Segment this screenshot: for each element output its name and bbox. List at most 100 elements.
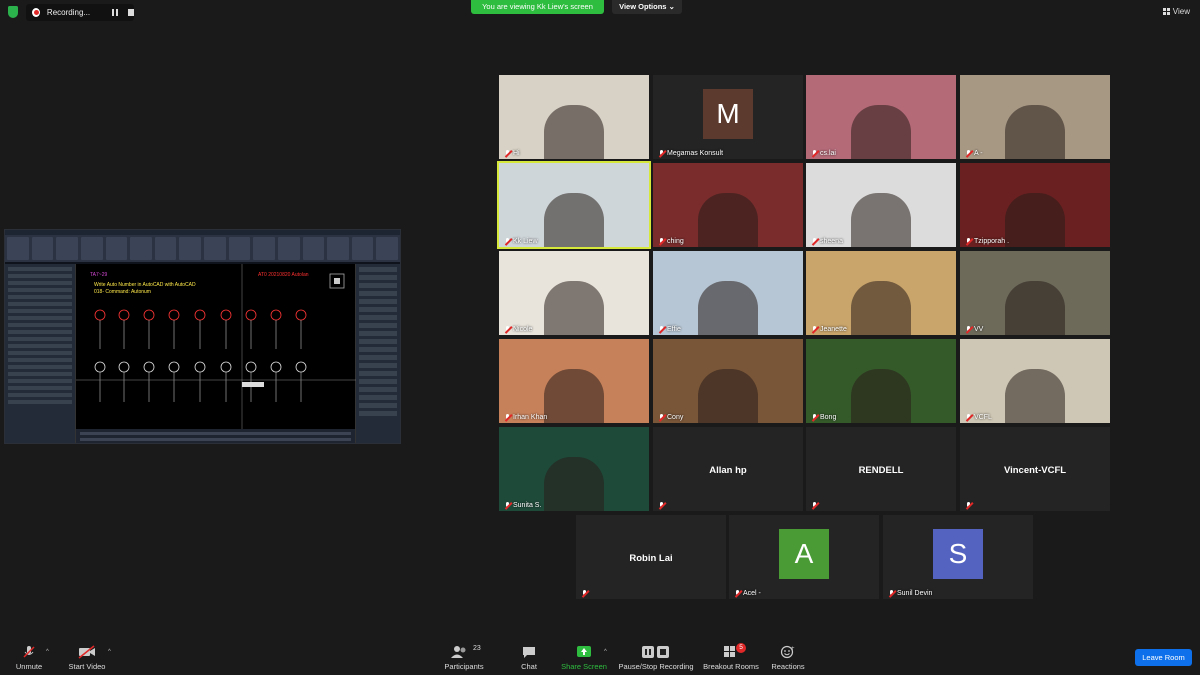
participant-tile[interactable]: M Megamas Konsult [653,75,803,159]
mic-muted-icon [658,238,665,245]
participant-name: Megamas Konsult [667,150,724,157]
unmute-button[interactable]: Unmute [12,645,46,671]
participant-tile[interactable]: VV [960,251,1110,335]
participant-tile[interactable]: S Sunil Devin [883,515,1033,599]
participant-video [851,281,911,335]
participant-nameplate: Tzipporah . [965,238,1009,245]
participant-video [1005,193,1065,247]
mic-muted-icon [658,414,665,421]
view-button[interactable]: View [1162,7,1190,16]
video-options-caret-icon[interactable]: ^ [108,649,111,655]
participant-nameplate: Irhan Khan [504,414,547,421]
cad-command-line[interactable] [76,429,355,443]
security-shield-icon[interactable] [8,6,18,18]
participant-video [544,105,604,159]
participant-name: Kk Liew [513,238,538,245]
participant-name: Cony [667,414,684,421]
reactions-icon: + [770,645,806,659]
share-screen-button[interactable]: Share Screen [560,645,608,671]
participant-tile[interactable]: VCFL [960,339,1110,423]
participant-tile[interactable]: Vincent-VCFL [960,427,1110,511]
camera-off-icon [66,645,108,659]
start-video-label: Start Video [68,662,106,671]
chevron-down-icon: ⌄ [668,2,675,11]
participant-tile[interactable]: Bong [806,339,956,423]
participant-name: VCFL [974,414,992,421]
breakout-rooms-icon: 5 [702,643,760,659]
pause-stop-recording-button[interactable]: Pause/Stop Recording [618,645,694,671]
participant-tile[interactable]: ching [653,163,803,247]
participant-video [1005,281,1065,335]
mic-muted-icon [965,502,972,509]
view-options-button[interactable]: View Options ⌄ [612,0,682,14]
leave-room-button[interactable]: Leave Room [1135,649,1192,666]
participant-nameplate: Hi [504,150,520,157]
view-label: View [1172,7,1190,16]
participant-video [544,457,604,511]
participant-video [544,193,604,247]
mic-muted-icon [504,414,511,421]
participant-tile[interactable]: A Acel - [729,515,879,599]
participant-tile[interactable]: RENDELL [806,427,956,511]
participant-video [1005,105,1065,159]
participant-tile[interactable]: Robin Lai [576,515,726,599]
participant-tile[interactable]: Effie [653,251,803,335]
participant-tile[interactable]: Allan hp [653,427,803,511]
stop-icon[interactable] [127,9,134,16]
breakout-rooms-button[interactable]: 5 Breakout Rooms [702,643,760,671]
mic-muted-icon [504,326,511,333]
participant-tile[interactable]: Irhan Khan [499,339,649,423]
chat-button[interactable]: Chat [516,645,542,671]
participant-name: ching [667,238,684,245]
breakout-badge: 5 [736,643,746,653]
participant-name: Effie [667,326,681,333]
participant-nameplate: Megamas Konsult [658,150,723,157]
participant-nameplate: Kk Liew [504,238,538,245]
participant-tile[interactable]: Sunita S. [499,427,649,511]
participant-nameplate: Acel - [734,590,761,597]
unmute-label: Unmute [15,662,43,671]
participant-name: Acel - [743,590,761,597]
participants-button[interactable]: 23 Participants [442,645,486,671]
participant-tile[interactable]: Nicole [499,251,649,335]
reactions-button[interactable]: + Reactions [770,645,806,671]
pause-icon[interactable] [112,9,118,16]
participant-tile[interactable]: Kk Liew [497,161,651,249]
participant-video [851,369,911,423]
top-bar: Recording... You are viewing Kk Liew's s… [0,0,1200,24]
grid-view-icon [1162,8,1170,15]
mic-muted-icon [504,502,511,509]
reactions-label: Reactions [771,662,805,671]
share-options-caret-icon[interactable]: ^ [604,649,607,655]
mic-muted-icon [734,590,741,597]
participant-tile[interactable]: Hi [499,75,649,159]
participant-name: Hi [513,150,520,157]
viewing-banner: You are viewing Kk Liew's screen [471,0,604,14]
participant-name: Tzipporah . [974,238,1010,245]
participant-name-display: RENDELL [858,465,904,476]
participant-tile[interactable]: A - [960,75,1110,159]
participant-nameplate [658,502,665,509]
mic-muted-icon [658,326,665,333]
audio-options-caret-icon[interactable]: ^ [46,649,49,655]
mic-muted-icon [811,326,818,333]
participant-name-display: Allan hp [709,465,747,476]
view-options-label: View Options [619,2,667,11]
participant-tile[interactable]: sheena [806,163,956,247]
participant-nameplate: Jeanette [811,326,847,333]
participant-avatar: A [779,529,829,579]
participant-nameplate: Sunil Devin [888,590,932,597]
participant-tile[interactable]: Cony [653,339,803,423]
participant-tile[interactable]: Tzipporah . [960,163,1110,247]
participant-tile[interactable]: Jeanette [806,251,956,335]
mic-muted-icon [658,502,665,509]
mic-muted-icon [581,590,588,597]
recording-label: Recording... [46,8,91,17]
start-video-button[interactable]: Start Video [66,645,108,671]
share-screen-label: Share Screen [561,662,607,671]
participant-nameplate [811,502,818,509]
participant-nameplate: Nicole [504,326,532,333]
participant-avatar: S [933,529,983,579]
participant-tile[interactable]: cs.lai [806,75,956,159]
shared-screen[interactable]: TA7~29 AT0 20210820 Autolan Write Auto N… [4,229,401,444]
